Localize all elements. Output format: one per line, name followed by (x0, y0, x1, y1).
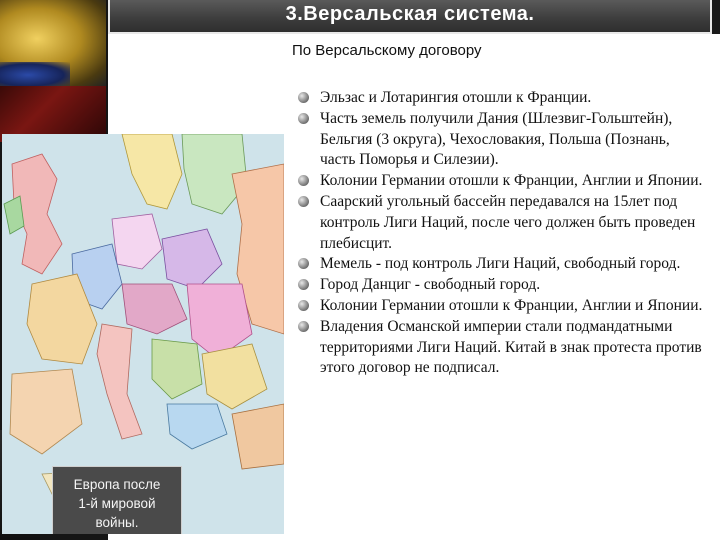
list-item-text: Часть земель получили Дания (Шлезвиг-Гол… (320, 109, 673, 169)
slide-subtitle: По Версальскому договору (292, 42, 482, 59)
europe-map: Европа после 1-й мировой войны. (2, 134, 284, 534)
sphere-bullet-icon (298, 320, 309, 332)
list-item-text: Владения Османской империи стали подманд… (320, 317, 702, 377)
list-item-text: Колонии Германии отошли к Франции, Англи… (320, 172, 703, 190)
list-item-text: Колонии Германии отошли к Франции, Англи… (320, 296, 703, 314)
list-item: Мемель - под контроль Лиги Наций, свобод… (296, 254, 708, 275)
list-item: Саарский угольный бассейн передавался на… (296, 192, 708, 254)
list-item-text: Саарский угольный бассейн передавался на… (320, 192, 696, 252)
sphere-bullet-icon (298, 299, 309, 311)
list-item: Часть земель получили Дания (Шлезвиг-Гол… (296, 109, 708, 171)
map-caption-line-1: Европа после (73, 477, 161, 492)
sphere-bullet-icon (298, 112, 309, 124)
bullet-list: Эльзас и Лотарингия отошли к Франции. Ча… (296, 88, 708, 379)
list-item-text: Эльзас и Лотарингия отошли к Франции. (320, 89, 592, 106)
sphere-bullet-icon (298, 175, 309, 187)
map-caption-line-3: войны. (95, 515, 139, 530)
list-item: Владения Османской империи стали подманд… (296, 317, 708, 379)
title-bar: 3.Версальская система. (108, 0, 712, 34)
sphere-bullet-icon (298, 258, 309, 270)
map-caption: Европа после 1-й мировой войны. (52, 466, 182, 534)
list-item: Колонии Германии отошли к Франции, Англи… (296, 296, 708, 317)
title-edge-decoration (712, 0, 720, 34)
list-item-text: Город Данциг - свободный город. (320, 276, 541, 294)
list-item: Колонии Германии отошли к Франции, Англи… (296, 171, 708, 192)
list-item: Эльзас и Лотарингия отошли к Франции. (296, 88, 708, 109)
sphere-bullet-icon (298, 195, 309, 207)
list-item-text: Мемель - под контроль Лиги Наций, свобод… (320, 255, 681, 273)
list-item: Город Данциг - свободный город. (296, 275, 708, 296)
sphere-bullet-icon (298, 279, 309, 291)
collage-artwork-gold (0, 0, 106, 88)
map-caption-line-2: 1-й мировой (78, 496, 156, 511)
slide-title: 3.Версальская система. (285, 3, 535, 25)
sphere-bullet-icon (298, 92, 309, 103)
